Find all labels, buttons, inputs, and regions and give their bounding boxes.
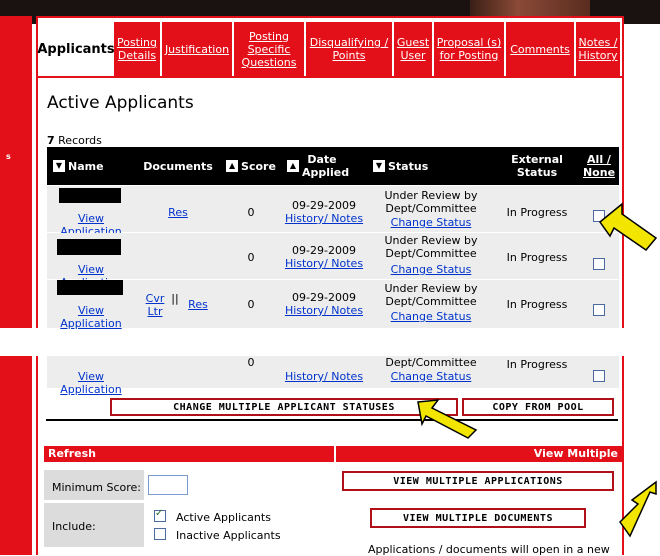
status-text: Under Review by Dept/Committee: [384, 234, 478, 260]
left-edge-text: s: [6, 152, 11, 161]
table-row: View Application Cvr Ltr || Res 0 09-29-…: [47, 280, 619, 330]
tab-bar: Applicants Posting Details Justification…: [36, 16, 624, 78]
left-nav-strip-bottom: [0, 356, 32, 555]
min-score-label: Minimum Score:: [52, 481, 141, 494]
record-count-label: Records: [54, 134, 102, 147]
record-count: 7 Records: [47, 134, 102, 147]
tab-notes-history[interactable]: Notes / History: [576, 22, 620, 76]
redacted-name: [57, 239, 121, 255]
active-applicants-label: Active Applicants: [176, 511, 271, 524]
table-row: View Application 0 09-29-2009 History/ N…: [47, 233, 619, 289]
external-status: In Progress: [506, 206, 568, 219]
tab-disqualifying-points[interactable]: Disqualifying / Points: [306, 22, 392, 76]
inactive-applicants-checkbox[interactable]: [154, 528, 166, 540]
external-status: In Progress: [506, 298, 568, 311]
table-header: ▼ Name Documents ▲ Score ▲ Date Applied ▼ St…: [47, 147, 619, 185]
date-applied: 09-29-2009: [292, 291, 356, 304]
view-multiple-applications-button[interactable]: VIEW MULTIPLE APPLICATIONS: [342, 471, 614, 491]
history-notes-link[interactable]: History/ Notes: [281, 257, 367, 270]
status-text: Under Review by Dept/Committee: [384, 189, 478, 215]
checkmark-icon: ✓: [155, 508, 164, 519]
external-status: In Progress: [506, 251, 568, 264]
active-applicants-checkbox[interactable]: ✓: [154, 508, 166, 522]
history-notes-link[interactable]: History/ Notes: [281, 304, 367, 317]
score: 0: [247, 251, 255, 264]
arrow-annotation-icon: [619, 480, 657, 538]
col-status[interactable]: ▼ Status: [367, 147, 501, 185]
col-score[interactable]: ▲ Score: [221, 147, 281, 185]
change-status-link[interactable]: Change Status: [375, 370, 487, 383]
date-applied: 09-29-2009: [292, 199, 356, 212]
external-status: In Progress: [506, 358, 568, 371]
document-separator: ||: [171, 292, 179, 305]
tab-justification[interactable]: Justification: [162, 22, 232, 76]
history-notes-link[interactable]: History/ Notes: [281, 370, 367, 383]
row-select-checkbox[interactable]: [593, 370, 605, 382]
tab-posting-specific-questions[interactable]: Posting Specific Questions: [234, 22, 304, 76]
date-applied: 09-29-2009: [292, 244, 356, 257]
tab-guest-user[interactable]: Guest User: [394, 22, 432, 76]
inactive-applicants-label: Inactive Applicants: [176, 529, 281, 542]
status-text: Dept/Committee: [385, 356, 477, 369]
history-notes-link[interactable]: History/ Notes: [281, 212, 367, 225]
change-status-link[interactable]: Change Status: [375, 216, 487, 229]
document-link-cover-letter[interactable]: Cvr Ltr: [145, 292, 165, 318]
col-external-status: External Status: [511, 153, 563, 179]
tab-posting-details[interactable]: Posting Details: [114, 22, 160, 76]
refresh-panel-title: Refresh: [44, 446, 334, 462]
select-all-none-link[interactable]: All / None: [579, 147, 619, 185]
score: 0: [247, 206, 255, 219]
view-multiple-documents-button[interactable]: VIEW MULTIPLE DOCUMENTS: [370, 508, 586, 528]
view-application-link[interactable]: View Application: [49, 370, 133, 396]
score: 0: [247, 356, 255, 369]
col-name[interactable]: ▼ Name: [47, 147, 141, 185]
col-score-label: Score: [241, 159, 276, 173]
min-score-input[interactable]: [148, 475, 188, 495]
view-application-link[interactable]: View Application: [49, 304, 133, 330]
arrow-annotation-icon: [417, 399, 478, 439]
divider: [46, 419, 618, 421]
col-date-label: Date Applied: [302, 153, 350, 179]
table-row: View Application 0 History/ Notes Dept/C…: [47, 356, 619, 396]
score: 0: [247, 298, 255, 311]
sort-asc-icon: ▲: [226, 160, 239, 172]
left-nav-strip-top: [0, 16, 32, 328]
arrow-annotation-icon: [598, 202, 658, 252]
document-link-res[interactable]: Res: [135, 206, 221, 219]
change-multiple-statuses-button[interactable]: CHANGE MULTIPLE APPLICANT STATUSES: [110, 398, 458, 416]
tab-applicants[interactable]: Applicants: [37, 22, 115, 76]
row-select-checkbox[interactable]: [593, 304, 605, 316]
tab-proposals-for-posting[interactable]: Proposal (s) for Posting: [434, 22, 504, 76]
redacted-name: [57, 280, 123, 295]
table-row: View Application Res 0 09-29-2009 Histor…: [47, 186, 619, 238]
copy-from-pool-button[interactable]: COPY FROM POOL: [462, 398, 614, 416]
tab-comments[interactable]: Comments: [506, 22, 574, 76]
include-label: Include:: [52, 520, 96, 533]
col-date-applied[interactable]: ▲ Date Applied: [281, 147, 373, 185]
change-status-link[interactable]: Change Status: [375, 263, 487, 276]
record-count-number: 7: [47, 134, 55, 147]
col-documents: Documents: [143, 159, 213, 173]
status-text: Under Review by Dept/Committee: [384, 282, 478, 308]
view-multiple-title: View Multiple: [336, 446, 622, 462]
page-title: Active Applicants: [47, 93, 194, 113]
change-status-link[interactable]: Change Status: [375, 310, 487, 323]
sort-asc-icon: ▲: [287, 160, 299, 172]
col-name-label: Name: [68, 159, 104, 173]
open-new-window-note: Applications / documents will open in a …: [368, 543, 610, 556]
sort-desc-icon: ▼: [53, 160, 65, 172]
document-link-res[interactable]: Res: [185, 298, 211, 311]
col-status-label: Status: [388, 159, 429, 173]
sort-desc-icon: ▼: [373, 160, 385, 172]
redacted-name: [59, 188, 121, 203]
